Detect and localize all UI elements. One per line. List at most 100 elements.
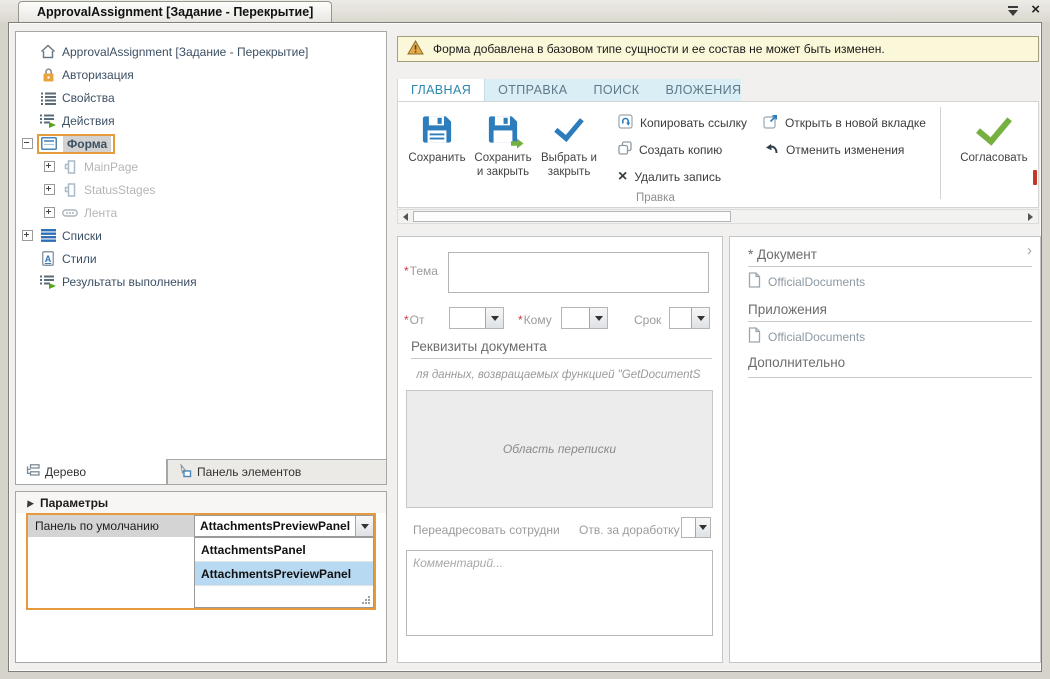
correspondence-area[interactable]: Область переписки	[406, 390, 713, 508]
select-and-close-button[interactable]: Выбрать и закрыть	[536, 102, 602, 179]
tab-toolbox[interactable]: Панель элементов	[167, 460, 387, 485]
page-panel-icon	[61, 182, 79, 198]
close-button[interactable]: ×	[1031, 3, 1040, 17]
collapse-expander-icon[interactable]	[22, 138, 33, 149]
attachments-item[interactable]: OfficialDocuments	[748, 327, 865, 346]
expand-expander-icon[interactable]	[44, 207, 55, 218]
responsible-label: Отв. за доработку	[579, 523, 680, 537]
parameter-row: Панель по умолчанию AttachmentsPreviewPa…	[28, 515, 374, 537]
param-label: Панель по умолчанию	[28, 515, 194, 537]
copy-link-button[interactable]: Копировать ссылку	[618, 114, 747, 131]
param-combobox[interactable]: AttachmentsPreviewPanel	[194, 515, 374, 537]
combo-dropdown-button[interactable]	[355, 516, 373, 536]
dropdown-arrow-icon	[491, 316, 499, 321]
clipped-icon	[1033, 170, 1037, 185]
styles-doc-icon: A	[39, 251, 57, 267]
tema-input[interactable]	[448, 252, 709, 293]
save-button[interactable]: Сохранить	[404, 102, 470, 165]
edit-buttons-column-1: Копировать ссылку Создать копию × Удалит…	[618, 102, 747, 185]
tree-item-statusstages[interactable]: StatusStages	[16, 178, 386, 201]
section-header-rekvizity: Реквизиты документа	[411, 339, 547, 354]
page-panel-icon	[61, 159, 79, 175]
warning-icon	[407, 40, 424, 58]
scroll-right-arrow[interactable]	[1023, 210, 1038, 223]
create-copy-button[interactable]: Создать копию	[618, 141, 747, 158]
warning-banner: Форма добавлена в базовом типе сущности …	[397, 36, 1039, 62]
window-title-tab[interactable]: ApprovalAssignment [Задание - Перекрытие…	[18, 1, 332, 22]
more-header: Дополнительно	[748, 355, 845, 370]
edit-buttons-column-2: Открыть в новой вкладке Отменить изменен…	[763, 102, 926, 158]
properties-list-icon	[39, 90, 57, 106]
tab-tree[interactable]: Дерево	[15, 459, 167, 485]
dropdown-arrow-icon	[697, 316, 705, 321]
save-icon	[421, 111, 453, 148]
tab-attachments[interactable]: ВЛОЖЕНИЯ	[653, 79, 755, 101]
doc-page-icon	[748, 327, 761, 346]
open-new-tab-button[interactable]: Открыть в новой вкладке	[763, 114, 926, 131]
delete-record-button[interactable]: × Удалить запись	[618, 168, 747, 185]
tree-item-lists[interactable]: Списки	[16, 224, 386, 247]
param-combobox-value: AttachmentsPreviewPanel	[195, 519, 355, 533]
section-divider	[748, 266, 1032, 267]
active-parameter-highlight: Панель по умолчанию AttachmentsPreviewPa…	[26, 513, 376, 610]
tree-item-actions[interactable]: Действия	[16, 109, 386, 132]
designer-window: ApprovalAssignment [Задание - Перекрытие…	[8, 22, 1042, 672]
scroll-left-arrow[interactable]	[398, 210, 413, 223]
warning-text: Форма добавлена в базовом типе сущности …	[433, 42, 885, 56]
expand-expander-icon[interactable]	[44, 161, 55, 172]
komu-label: *Кому	[518, 313, 552, 327]
ot-label: *От	[404, 313, 425, 327]
tree-item-lenta[interactable]: Лента	[16, 201, 386, 224]
tree-tab-icon	[26, 464, 40, 479]
tema-label: *Тема	[404, 264, 438, 278]
delete-x-icon: ×	[618, 170, 627, 184]
srok-combobox[interactable]	[669, 307, 710, 329]
dropdown-resize-row	[195, 586, 373, 607]
approve-button[interactable]: Согласовать	[951, 102, 1037, 165]
hint-text: ля данных, возвращаемых функцией "GetDoc…	[416, 369, 714, 381]
dropdown-option-attachmentspanel[interactable]: AttachmentsPanel	[195, 538, 373, 562]
tree-item-results[interactable]: Результаты выполнения	[16, 270, 386, 293]
blue-list-icon	[39, 228, 57, 244]
responsible-combobox[interactable]	[681, 517, 711, 538]
resize-grip-icon[interactable]	[368, 596, 370, 598]
undo-changes-button[interactable]: Отменить изменения	[763, 141, 926, 158]
dropdown-arrow-icon	[595, 316, 603, 321]
tree-item-authorization[interactable]: Авторизация	[16, 63, 386, 86]
ribbon-strip-icon	[61, 205, 79, 221]
tree-item-approval-root[interactable]: ApprovalAssignment [Задание - Перекрытие…	[16, 40, 386, 63]
copy-link-icon	[618, 114, 633, 132]
comment-textarea[interactable]: Комментарий...	[406, 550, 713, 636]
ribbon-toolbar: Сохранить Сохранить и закрыть Выбрать и …	[397, 101, 1039, 208]
section-divider	[748, 321, 1032, 322]
document-item[interactable]: OfficialDocuments	[748, 272, 865, 291]
komu-combobox[interactable]	[561, 307, 608, 329]
form-window-icon	[40, 136, 58, 152]
tab-main[interactable]: ГЛАВНАЯ	[397, 79, 485, 101]
tree-item-mainpage[interactable]: MainPage	[16, 155, 386, 178]
parameters-header[interactable]: Параметры	[16, 492, 386, 513]
tree-item-properties[interactable]: Свойства	[16, 86, 386, 109]
expand-expander-icon[interactable]	[44, 184, 55, 195]
ribbon-group-separator	[940, 107, 941, 199]
dropdown-option-attachmentspreviewpanel[interactable]: AttachmentsPreviewPanel	[195, 562, 373, 586]
tab-search[interactable]: ПОИСК	[580, 79, 652, 101]
lock-icon	[39, 67, 57, 83]
form-preview-panel: *Тема *От *Кому Срок Реквизиты документа…	[397, 236, 723, 663]
attachments-header: Приложения	[748, 302, 827, 317]
toolbox-tab-icon	[178, 464, 192, 481]
expand-expander-icon[interactable]	[22, 230, 33, 241]
collapse-chevron-icon[interactable]: ›	[1027, 245, 1032, 257]
collapse-triangle-icon	[24, 498, 34, 507]
undo-arrow-icon	[763, 141, 779, 158]
ot-combobox[interactable]	[449, 307, 504, 329]
tree-item-form[interactable]: Форма	[16, 132, 386, 155]
home-icon	[39, 44, 57, 60]
ribbon-group-label: Правка	[636, 192, 675, 204]
doc-page-icon	[748, 272, 761, 291]
tab-send[interactable]: ОТПРАВКА	[485, 79, 580, 101]
tree-item-styles[interactable]: A Стили	[16, 247, 386, 270]
window-position-icon[interactable]	[1007, 3, 1019, 17]
save-and-close-button[interactable]: Сохранить и закрыть	[470, 102, 536, 179]
scroll-thumb[interactable]	[413, 211, 731, 222]
